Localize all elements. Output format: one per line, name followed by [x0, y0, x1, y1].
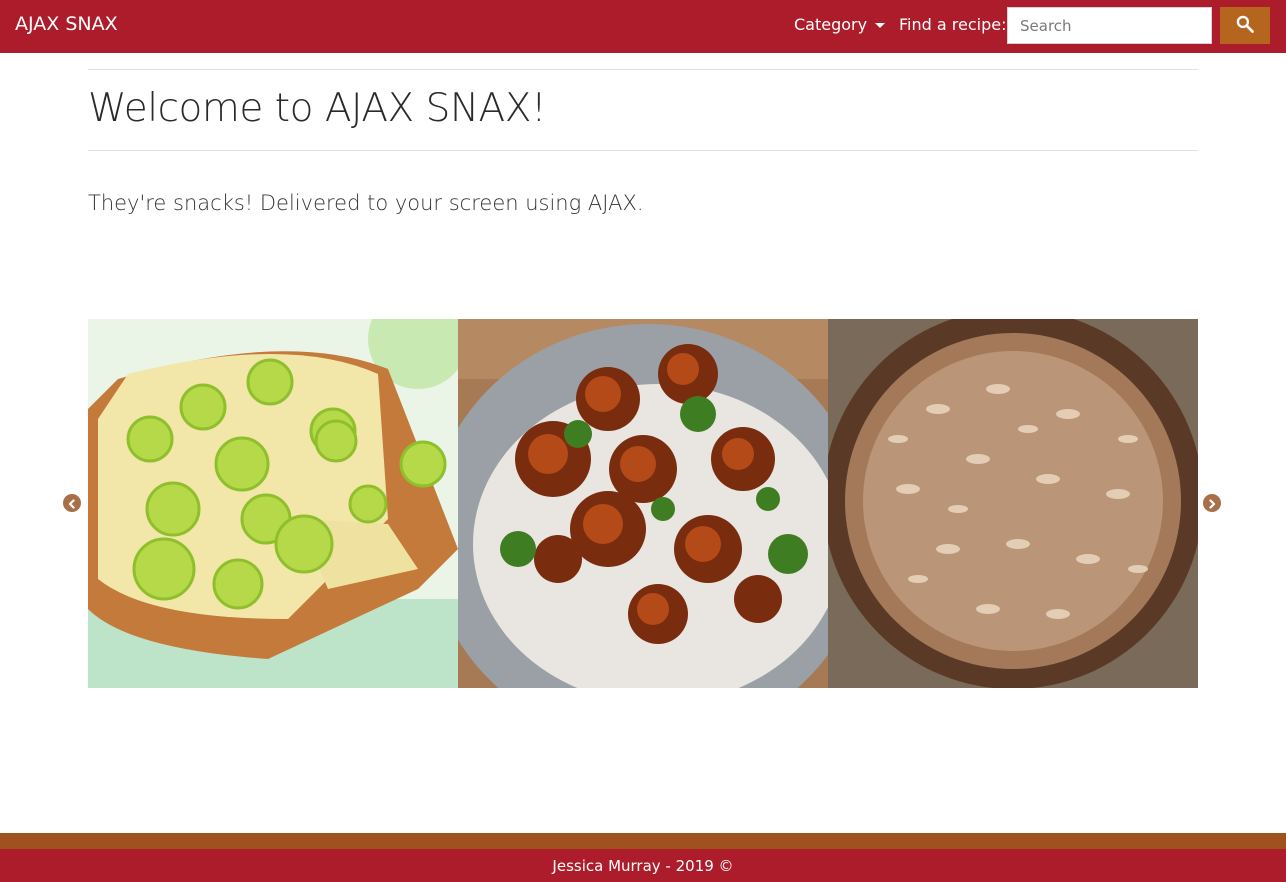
page-title: Welcome to AJAX SNAX! [88, 86, 547, 131]
navbar: AJAX SNAX Category Find a recipe: [0, 0, 1286, 53]
title-divider [88, 150, 1198, 151]
carousel-slide-almond-tart[interactable] [828, 319, 1198, 688]
caret-down-icon [875, 23, 886, 28]
almond-tart-image [828, 319, 1198, 688]
recipe-carousel [88, 319, 1198, 688]
carousel-next-button[interactable] [1203, 494, 1221, 512]
lead-text: They're snacks! Delivered to your screen… [88, 191, 644, 215]
chevron-right-icon [1207, 494, 1217, 513]
brand-link[interactable]: AJAX SNAX [15, 13, 118, 35]
search-icon [1235, 14, 1255, 37]
key-lime-pie-image [88, 319, 458, 688]
category-dropdown[interactable]: Category [794, 15, 886, 34]
category-label: Category [794, 15, 868, 34]
search-button[interactable] [1220, 7, 1270, 44]
footer: Jessica Murray - 2019 © [0, 849, 1286, 882]
footer-stripe [0, 833, 1286, 849]
carousel-prev-button[interactable] [63, 494, 81, 512]
carousel-slide-chicken-bowl[interactable] [458, 319, 828, 688]
find-recipe-label: Find a recipe: [899, 15, 1007, 34]
chevron-left-icon [67, 494, 77, 513]
chicken-bowl-image [458, 319, 828, 688]
footer-text: Jessica Murray - 2019 © [552, 856, 734, 875]
carousel-slide-key-lime-pie[interactable] [88, 319, 458, 688]
top-divider [88, 69, 1198, 70]
search-input[interactable] [1007, 7, 1212, 44]
